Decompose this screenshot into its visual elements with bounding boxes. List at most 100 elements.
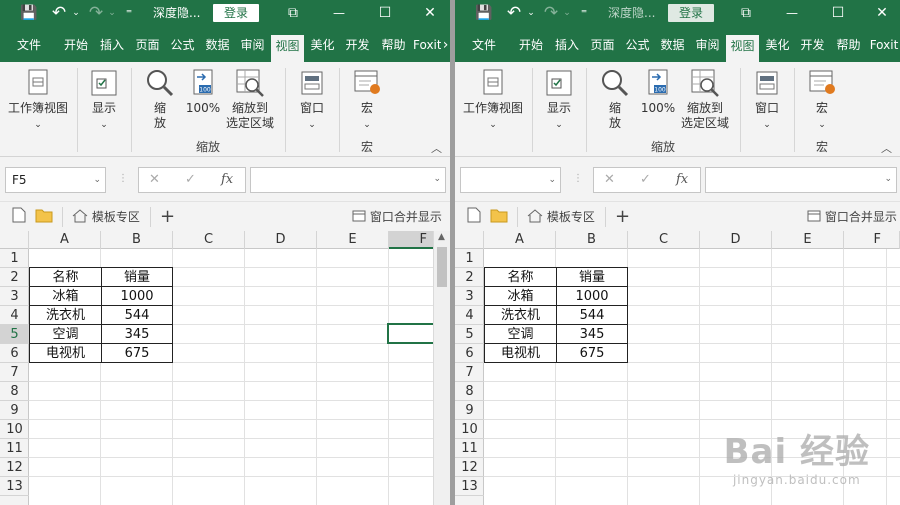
tab-formulas[interactable]: 公式	[166, 34, 199, 62]
close-button[interactable]: ✕	[417, 0, 443, 26]
redo-dropdown-icon[interactable]: ⌄	[106, 0, 118, 26]
window-button[interactable]: 窗口 ⌄	[292, 67, 332, 133]
column-header-d[interactable]: D	[245, 231, 317, 249]
row-header[interactable]: 3	[0, 287, 29, 306]
workbook-view-button[interactable]: 工作簿视图 ⌄	[461, 67, 525, 133]
name-box[interactable]: F5 ⌄	[5, 167, 106, 193]
column-header-a[interactable]: A	[484, 231, 556, 249]
row-header[interactable]: 13	[455, 477, 484, 496]
undo-icon[interactable]: ↶	[503, 0, 525, 26]
enter-icon[interactable]: ✓	[640, 172, 651, 187]
table-header-name[interactable]: 名称	[484, 267, 557, 287]
tab-view[interactable]: 视图	[271, 35, 304, 62]
column-header-a[interactable]: A	[29, 231, 101, 249]
tab-file[interactable]: 文件	[461, 34, 507, 62]
tab-beautify[interactable]: 美化	[306, 34, 339, 62]
table-cell[interactable]: 675	[556, 343, 628, 363]
tabs-scroll-right-icon[interactable]: ›	[441, 34, 450, 62]
redo-icon[interactable]: ↷	[541, 0, 561, 26]
tab-help[interactable]: 帮助	[832, 34, 865, 62]
ribbon-display-options-icon[interactable]: ⧉	[733, 0, 759, 26]
name-box[interactable]: ⌄	[460, 167, 561, 193]
undo-icon[interactable]: ↶	[48, 0, 70, 26]
minimize-button[interactable]: —	[326, 0, 352, 26]
tab-review[interactable]: 审阅	[236, 34, 269, 62]
tab-insert[interactable]: 插入	[95, 34, 129, 62]
insert-function-icon[interactable]: fx	[676, 172, 688, 187]
cancel-icon[interactable]: ✕	[149, 172, 160, 187]
spreadsheet[interactable]: A B C D E F 1 2 3 4 5 6 7 8 9 10 11 12 1…	[455, 231, 900, 505]
column-header-c[interactable]: C	[628, 231, 700, 249]
maximize-button[interactable]: ☐	[372, 0, 398, 26]
table-cell[interactable]: 675	[101, 343, 173, 363]
tab-developer[interactable]: 开发	[341, 34, 374, 62]
collapse-ribbon-icon[interactable]: ︿	[881, 140, 892, 156]
open-folder-icon[interactable]	[35, 207, 53, 227]
table-cell[interactable]: 冰箱	[484, 286, 557, 306]
chevron-down-icon[interactable]: ⌄	[93, 168, 101, 192]
enter-icon[interactable]: ✓	[185, 172, 196, 187]
row-header[interactable]: 9	[0, 401, 29, 420]
table-cell[interactable]: 1000	[101, 286, 173, 306]
table-cell[interactable]: 洗衣机	[484, 305, 557, 325]
resize-handle-icon[interactable]: ⋮	[573, 173, 583, 184]
selected-cell-f5[interactable]	[387, 323, 435, 344]
tab-review[interactable]: 审阅	[691, 34, 724, 62]
tab-beautify[interactable]: 美化	[761, 34, 794, 62]
table-cell[interactable]: 洗衣机	[29, 305, 102, 325]
table-cell[interactable]: 1000	[556, 286, 628, 306]
table-cell[interactable]: 电视机	[29, 343, 102, 363]
insert-function-icon[interactable]: fx	[221, 172, 233, 187]
tab-foxit[interactable]: Foxit	[868, 34, 900, 62]
row-header[interactable]: 4	[455, 306, 484, 325]
new-file-icon[interactable]	[467, 207, 481, 227]
row-header[interactable]: 5	[455, 325, 484, 344]
tab-help[interactable]: 帮助	[377, 34, 410, 62]
tab-data[interactable]: 数据	[656, 34, 689, 62]
scroll-up-icon[interactable]: ▲	[438, 232, 445, 242]
collapse-ribbon-icon[interactable]: ︿	[431, 140, 442, 156]
zoom-button[interactable]: 缩 放	[140, 67, 180, 131]
column-header-c[interactable]: C	[173, 231, 245, 249]
row-header[interactable]: 12	[0, 458, 29, 477]
select-all-corner[interactable]	[455, 231, 484, 249]
template-zone-tab[interactable]: 模板专区	[72, 207, 140, 227]
table-cell[interactable]: 空调	[484, 324, 557, 344]
template-zone-tab[interactable]: 模板专区	[527, 207, 595, 227]
row-header[interactable]: 7	[455, 363, 484, 382]
tab-page-layout[interactable]: 页面	[586, 34, 619, 62]
undo-dropdown-icon[interactable]: ⌄	[70, 0, 82, 26]
tab-foxit[interactable]: Foxit	[413, 34, 441, 62]
row-header[interactable]: 10	[0, 420, 29, 439]
table-cell[interactable]: 544	[101, 305, 173, 325]
customize-toolbar-icon[interactable]: ⁼	[122, 0, 136, 26]
formula-input[interactable]: ⌄	[705, 167, 897, 193]
row-header[interactable]: 2	[0, 268, 29, 287]
tab-formulas[interactable]: 公式	[621, 34, 654, 62]
column-header-f[interactable]: F	[844, 231, 900, 249]
scrollbar-thumb[interactable]	[437, 247, 447, 287]
row-header[interactable]: 6	[0, 344, 29, 363]
zoom-to-selection-button[interactable]: 缩放到 选定区域	[222, 67, 278, 131]
spreadsheet[interactable]: A B C D E F 1 2 3 4 5 6 7 8 9 10 11 12 1…	[0, 231, 450, 505]
cancel-icon[interactable]: ✕	[604, 172, 615, 187]
column-header-b[interactable]: B	[101, 231, 173, 249]
table-cell[interactable]: 345	[101, 324, 173, 344]
row-header[interactable]: 10	[455, 420, 484, 439]
login-button[interactable]: 登录	[668, 4, 714, 22]
row-header[interactable]: 12	[455, 458, 484, 477]
show-button[interactable]: 显示 ⌄	[539, 67, 579, 133]
merge-windows-button[interactable]: 窗口合并显示	[807, 207, 897, 227]
tab-page-layout[interactable]: 页面	[131, 34, 164, 62]
vertical-scrollbar[interactable]: ▲	[433, 231, 450, 505]
row-header[interactable]: 2	[455, 268, 484, 287]
tab-insert[interactable]: 插入	[550, 34, 584, 62]
zoom-to-selection-button[interactable]: 缩放到 选定区域	[677, 67, 733, 131]
redo-icon[interactable]: ↷	[86, 0, 106, 26]
chevron-down-icon[interactable]: ⌄	[884, 174, 892, 184]
cell-grid[interactable]: 名称 销量 冰箱 1000 洗衣机 544 空调 345 电视机 675	[29, 249, 450, 505]
row-header[interactable]: 3	[455, 287, 484, 306]
maximize-button[interactable]: ☐	[825, 0, 851, 26]
column-header-e[interactable]: E	[317, 231, 389, 249]
row-header[interactable]: 8	[455, 382, 484, 401]
